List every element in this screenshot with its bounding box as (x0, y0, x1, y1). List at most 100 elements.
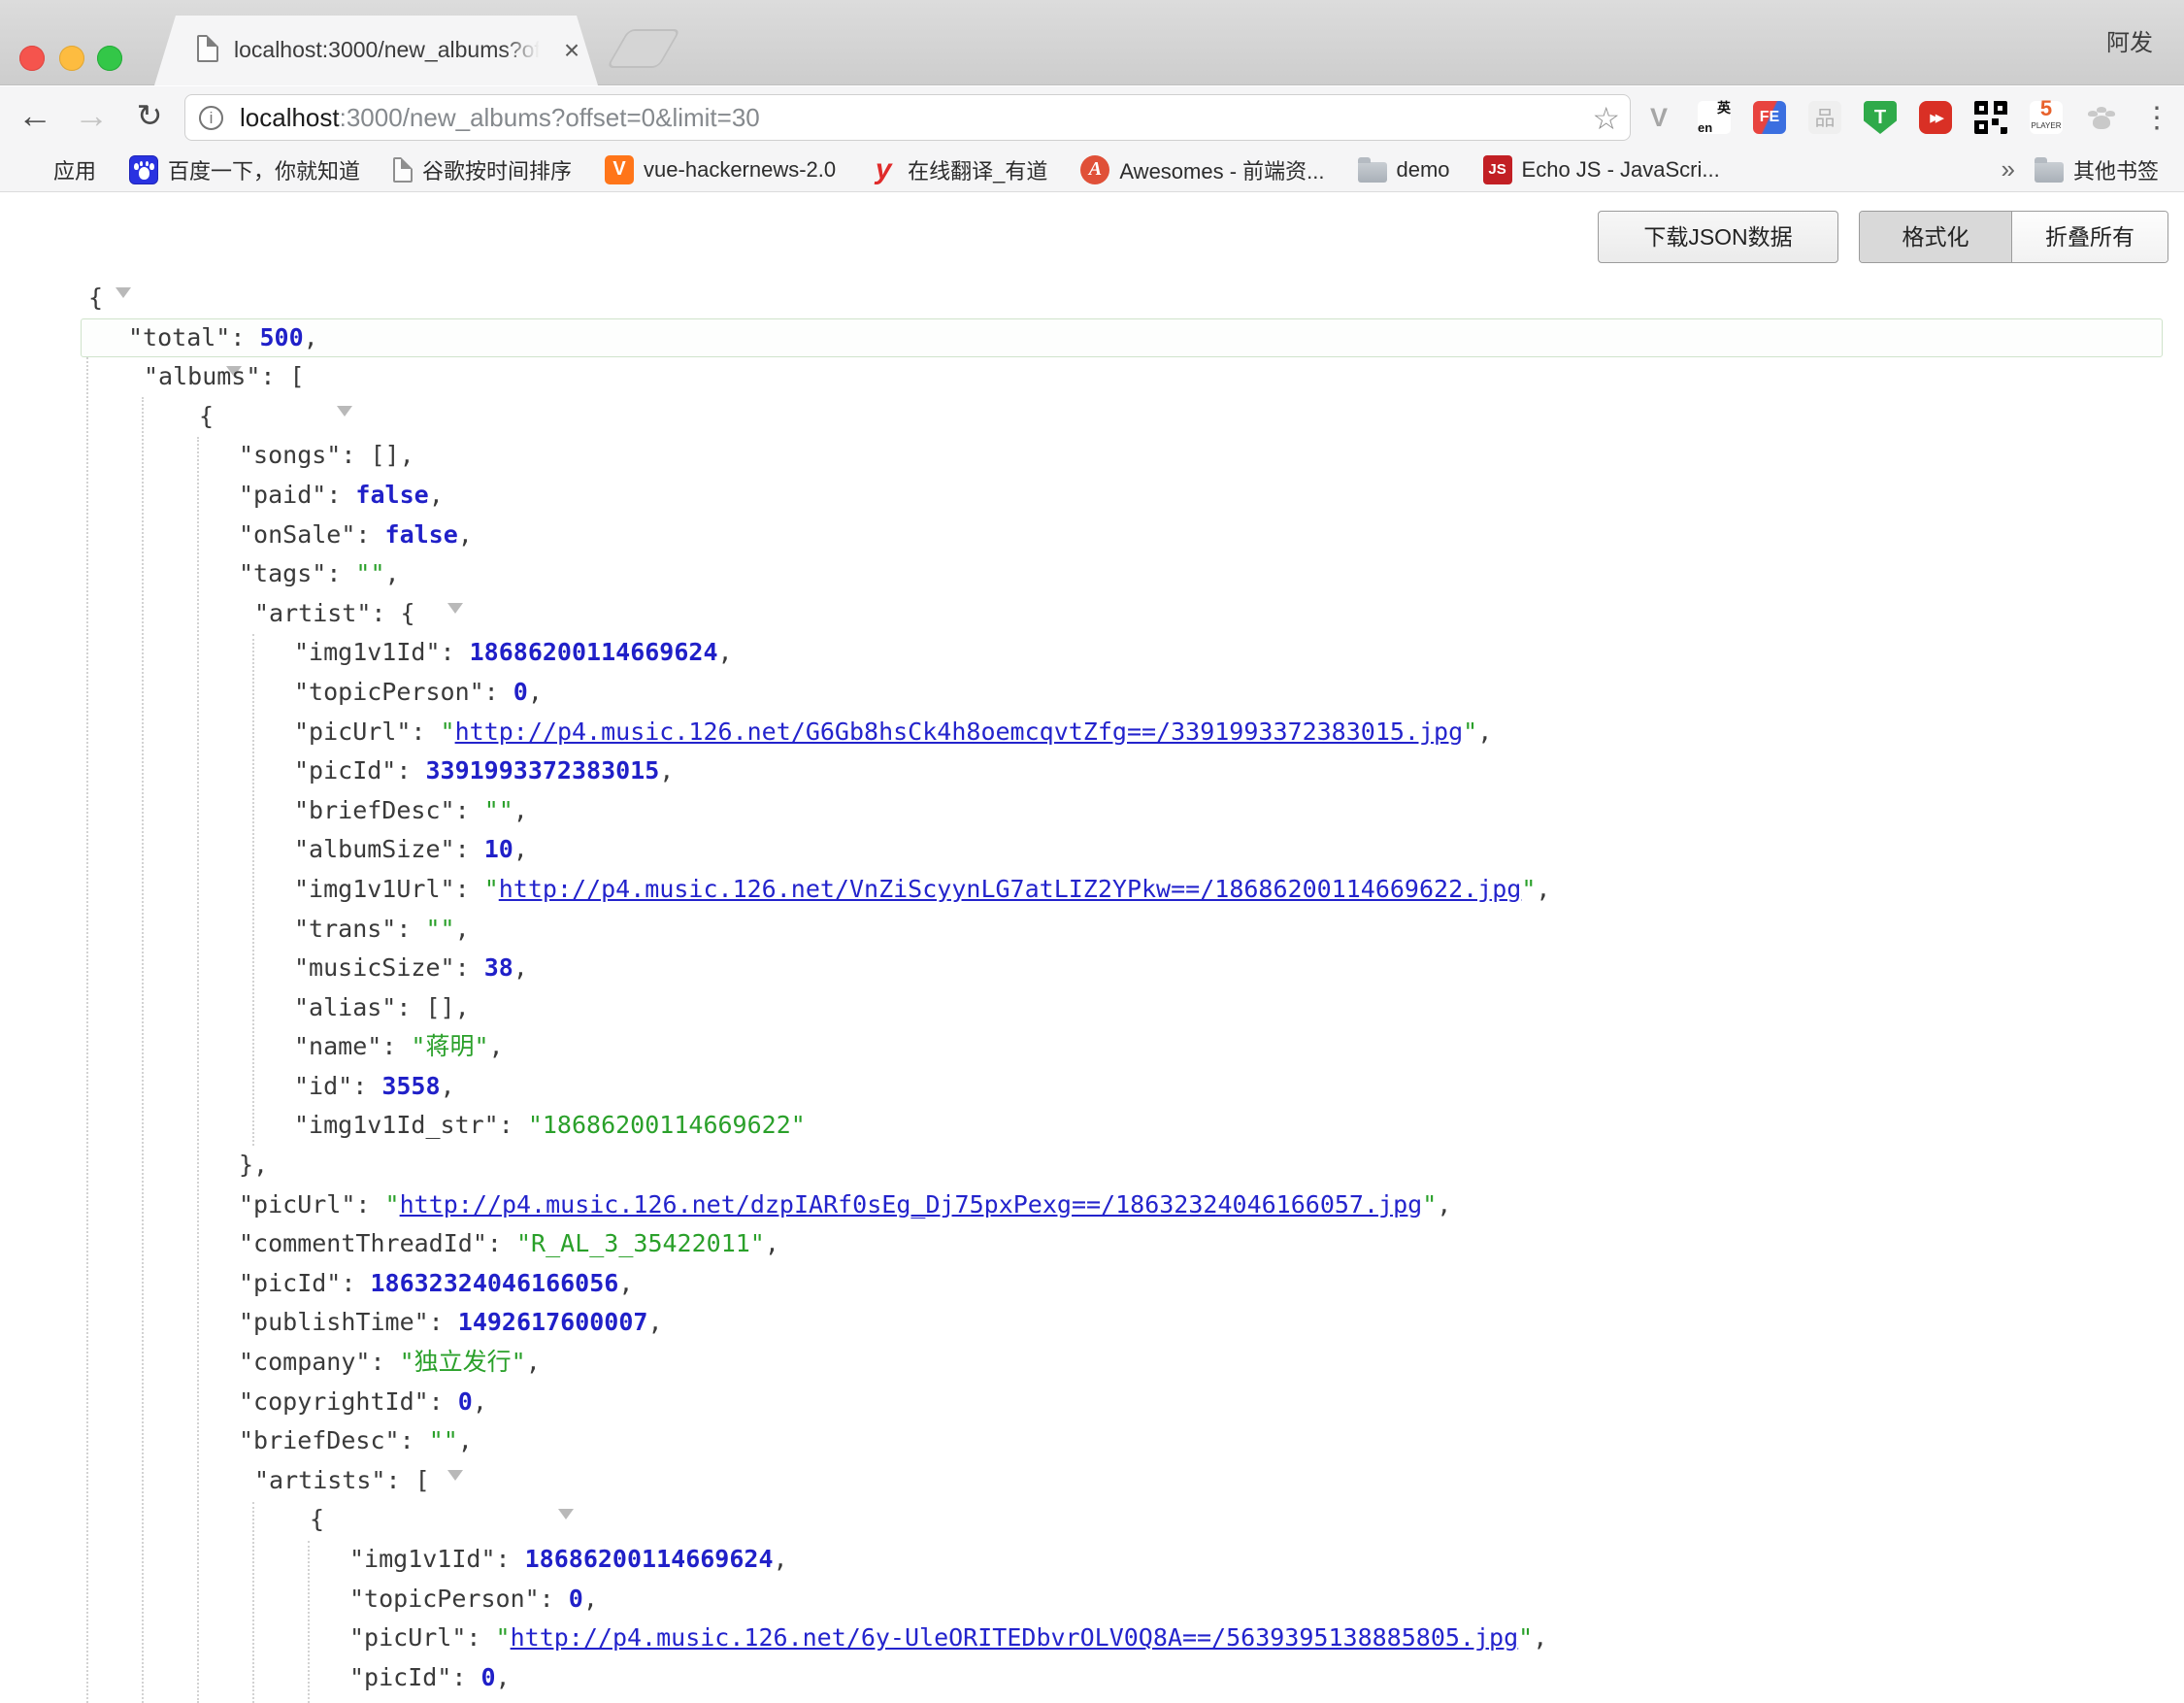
bookmark-item[interactable]: 应用 (17, 154, 96, 185)
json-line: "albumSize": 10, (0, 830, 2184, 870)
json-token: "img1v1Id_str" (294, 1111, 499, 1139)
json-url-link[interactable]: http://p4.music.126.net/VnZiScyynLG7atLI… (499, 875, 1522, 903)
bookmark-item[interactable]: demo (1358, 156, 1450, 183)
json-token: { (199, 402, 214, 430)
json-line: "topicPerson": 0, (0, 1580, 2184, 1620)
bookmark-item[interactable]: Vvue-hackernews-2.0 (605, 155, 836, 184)
json-line: "picId": 3391993372383015, (0, 751, 2184, 791)
bookmark-item[interactable]: y在线翻译_有道 (869, 154, 1047, 185)
json-token: , (1533, 1623, 1547, 1652)
address-bar[interactable]: i localhost:3000/new_albums?offset=0&lim… (184, 94, 1631, 141)
json-token: : (484, 678, 513, 706)
json-token: : (499, 1111, 528, 1139)
bookmark-label: Awesomes - 前端资... (1119, 154, 1324, 185)
json-line: "commentThreadId": "R_AL_3_35422011", (0, 1224, 2184, 1264)
json-token: , (489, 1032, 504, 1060)
h5player-icon[interactable]: 5PLAYER (2030, 101, 2063, 134)
json-token: : (455, 796, 484, 824)
profile-name[interactable]: 阿发 (2106, 23, 2153, 57)
json-token: "" (355, 559, 384, 587)
json-line: "albums": [ (0, 357, 2184, 397)
json-token: , (647, 1308, 662, 1336)
json-token: "albums" (144, 362, 260, 390)
json-token: "tags" (239, 559, 326, 587)
json-url-link[interactable]: http://p4.music.126.net/6y-UleORITEDbvrO… (511, 1623, 1519, 1652)
echojs-icon: JS (1483, 155, 1512, 184)
json-url-link[interactable]: http://p4.music.126.net/G6Gb8hsCk4h8oemc… (455, 718, 1464, 746)
json-token: "publishTime" (239, 1308, 429, 1336)
json-token: : [], (341, 441, 414, 469)
json-token: , (455, 915, 470, 943)
bookmark-star-icon[interactable]: ☆ (1592, 100, 1620, 137)
json-line: "alias": [], (0, 988, 2184, 1028)
bookmark-label: 百度一下，你就知道 (168, 154, 360, 185)
grid-icon (17, 156, 44, 183)
json-token: : (429, 1387, 458, 1416)
json-line: "publishTime": 1492617600007, (0, 1303, 2184, 1343)
json-token: 18686200114669624 (525, 1545, 774, 1573)
json-token: "picUrl" (239, 1190, 355, 1219)
window-zoom-button[interactable] (97, 46, 122, 71)
browser-tab[interactable]: localhost:3000/new_albums?of × (154, 16, 598, 85)
json-token: "" (425, 915, 454, 943)
json-token: " (441, 718, 455, 746)
json-token: : (230, 323, 259, 351)
json-line: "tags": "", (0, 554, 2184, 594)
json-token: " (496, 1623, 511, 1652)
json-token: 18632324046166056 (370, 1269, 618, 1297)
json-line: "picUrl": "http://p4.music.126.net/dzpIA… (0, 1185, 2184, 1225)
window-close-button[interactable] (19, 46, 45, 71)
json-token: : (396, 915, 425, 943)
bookmark-item[interactable]: A Awesomes - 前端资... (1080, 154, 1324, 185)
json-line: "artists": [ (0, 1461, 2184, 1501)
json-token: " (1521, 875, 1536, 903)
json-token: 38 (484, 953, 513, 982)
awesome-icon: A (1080, 155, 1109, 184)
json-line: "onSale": false, (0, 516, 2184, 555)
json-token: : (355, 520, 384, 549)
vue-icon: V (605, 155, 634, 184)
qrcode-icon[interactable] (1974, 101, 2007, 134)
back-button[interactable]: ← (14, 86, 56, 148)
json-line: "topicPerson": 0, (0, 673, 2184, 713)
translate-icon[interactable] (1698, 101, 1731, 134)
json-token: "蒋明" (411, 1032, 488, 1060)
vue-devtools-icon[interactable]: V (1642, 101, 1675, 134)
browser-toolbar: ← → ↻ i localhost:3000/new_albums?offset… (0, 86, 2184, 148)
bookmarks-overflow-icon[interactable]: » (2002, 154, 2015, 184)
json-token: , (458, 520, 473, 549)
paw-icon[interactable] (2085, 101, 2118, 134)
video-icon[interactable]: ▶▶ (1919, 101, 1952, 134)
json-token: false (385, 520, 458, 549)
json-token: : [ (385, 1466, 429, 1494)
json-token: : (455, 835, 484, 863)
bookmark-item[interactable]: 百度一下，你就知道 (129, 154, 360, 185)
bookmark-item[interactable]: JSEcho JS - JavaScri... (1483, 155, 1720, 184)
site-info-icon[interactable]: i (199, 106, 223, 130)
tab-close-icon[interactable]: × (556, 33, 587, 68)
json-line: "total": 500, (0, 318, 2184, 358)
json-token: "picUrl" (294, 718, 411, 746)
other-bookmarks-label: 其他书签 (2073, 154, 2159, 185)
json-token: "" (429, 1426, 458, 1454)
json-token: : (540, 1585, 569, 1613)
menu-icon[interactable]: ⋮ (2140, 101, 2173, 134)
shield-icon[interactable]: T (1864, 101, 1897, 134)
json-url-link[interactable]: http://p4.music.126.net/dzpIARf0sEg_Dj75… (400, 1190, 1423, 1219)
json-token: "onSale" (239, 520, 355, 549)
other-bookmarks-folder[interactable]: 其他书签 (2035, 154, 2159, 185)
bookmark-item[interactable]: 谷歌按时间排序 (393, 154, 572, 185)
new-tab-button[interactable] (606, 29, 680, 68)
folder-icon (2035, 162, 2064, 183)
url-text[interactable]: localhost:3000/new_albums?offset=0&limit… (240, 103, 760, 133)
json-token: "commentThreadId" (239, 1229, 487, 1257)
sitemap-icon[interactable]: 品 (1808, 101, 1841, 134)
fe-icon[interactable]: FE (1753, 101, 1786, 134)
json-token: : (352, 1072, 381, 1100)
json-token: , (441, 1072, 455, 1100)
window-minimize-button[interactable] (59, 46, 84, 71)
json-token: 18686200114669624 (470, 638, 718, 666)
json-token: "picId" (294, 756, 396, 785)
reload-button[interactable]: ↻ (128, 86, 171, 148)
json-line: "company": "独立发行", (0, 1343, 2184, 1383)
